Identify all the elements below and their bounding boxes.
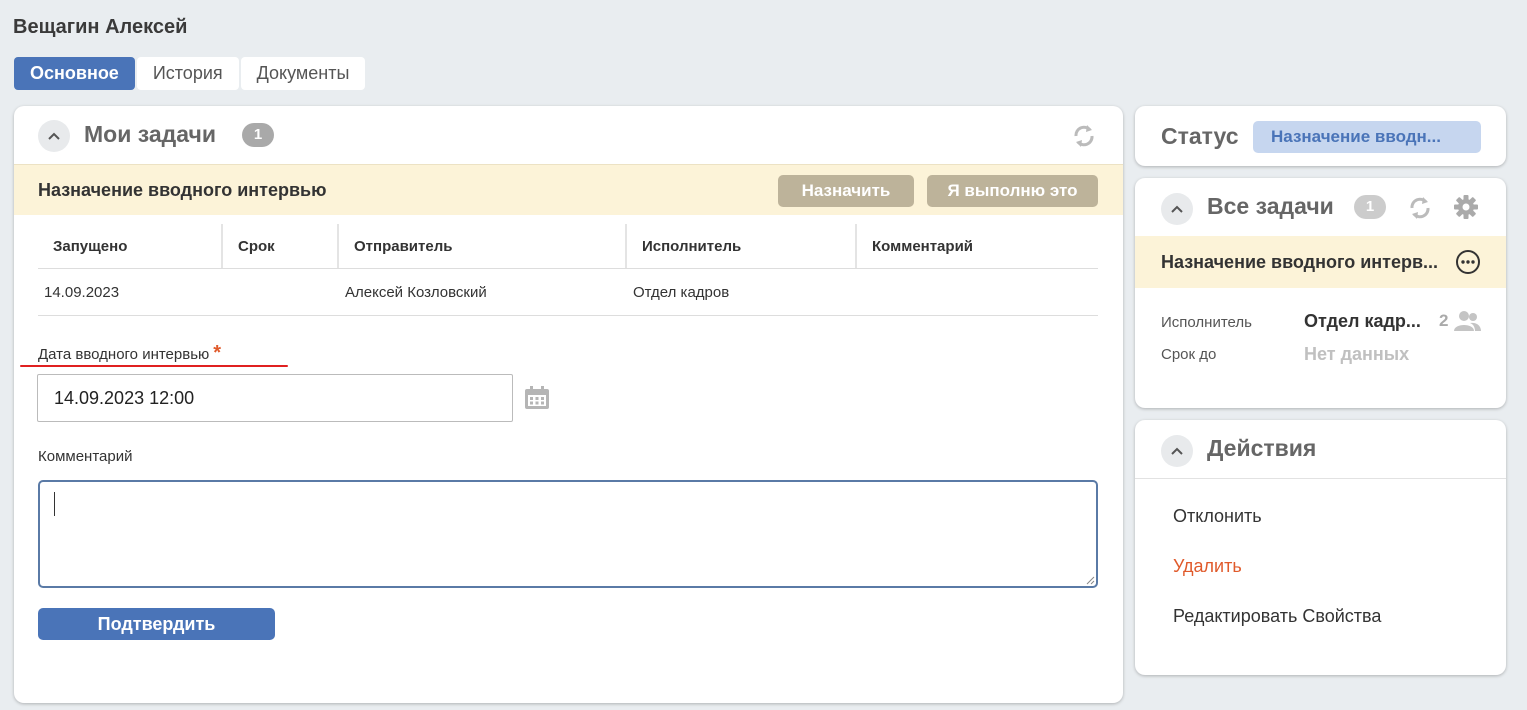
gear-icon[interactable] [1453, 194, 1479, 220]
table-header-row: Запущено Срок Отправитель Исполнитель Ко… [38, 224, 1098, 269]
all-tasks-item-title: Назначение вводного интерв... [1161, 252, 1439, 272]
column-header-assignee[interactable]: Исполнитель [627, 224, 857, 268]
assign-button[interactable]: Назначить [778, 175, 914, 207]
date-field-label-text: Дата вводного интервью [38, 346, 210, 363]
refresh-icon[interactable] [1406, 194, 1434, 222]
refresh-icon[interactable] [1070, 122, 1098, 150]
task-title: Назначение вводного интервью [38, 180, 327, 200]
resize-grip-icon[interactable] [1085, 575, 1095, 585]
all-tasks-item[interactable]: Назначение вводного интерв... [1135, 236, 1506, 288]
all-tasks-title: Все задачи [1207, 193, 1334, 219]
divider [1135, 478, 1506, 479]
cell-started: 14.09.2023 [44, 284, 120, 301]
due-label: Срок до [1161, 346, 1217, 363]
interview-date-input[interactable] [37, 374, 513, 422]
collapse-all-tasks-button[interactable] [1161, 193, 1193, 225]
confirm-button[interactable]: Подтвердить [38, 608, 275, 640]
table-row[interactable]: 14.09.2023 Алексей Козловский Отдел кадр… [38, 269, 1098, 316]
assignee-label: Исполнитель [1161, 314, 1252, 331]
column-header-started[interactable]: Запущено [38, 224, 223, 268]
people-icon[interactable] [1453, 310, 1481, 332]
assignee-value: Отдел кадр... [1304, 311, 1421, 331]
my-tasks-title: Мои задачи [84, 121, 216, 147]
column-header-sender[interactable]: Отправитель [339, 224, 627, 268]
chevron-up-icon [48, 132, 60, 140]
collapse-my-tasks-button[interactable] [38, 120, 70, 152]
comment-field-label: Комментарий [38, 448, 133, 465]
chevron-up-icon [1171, 205, 1183, 213]
text-caret [54, 492, 55, 516]
tab-main[interactable]: Основное [14, 57, 135, 90]
task-table: Запущено Срок Отправитель Исполнитель Ко… [38, 224, 1098, 316]
status-panel: Статус Назначение вводн... [1135, 106, 1506, 166]
tab-history[interactable]: История [136, 57, 239, 90]
more-options-icon[interactable] [1455, 249, 1481, 275]
reject-action[interactable]: Отклонить [1173, 506, 1262, 527]
cell-comment [857, 269, 1098, 315]
red-annotation-underline [20, 365, 288, 367]
required-mark: * [213, 342, 222, 364]
due-value: Нет данных [1304, 344, 1410, 364]
cell-assignee: Отдел кадров [633, 284, 730, 301]
status-label: Статус [1161, 123, 1239, 149]
tab-documents[interactable]: Документы [240, 57, 366, 90]
status-badge: Назначение вводн... [1253, 121, 1481, 153]
chevron-up-icon [1171, 447, 1183, 455]
delete-action[interactable]: Удалить [1173, 556, 1242, 577]
calendar-icon[interactable] [523, 385, 551, 411]
take-task-button[interactable]: Я выполню это [927, 175, 1098, 207]
comment-textarea[interactable] [38, 480, 1098, 588]
column-header-due[interactable]: Срок [223, 224, 339, 268]
cell-sender: Алексей Козловский [345, 284, 487, 301]
assignee-count: 2 [1439, 311, 1449, 330]
column-header-comment[interactable]: Комментарий [857, 224, 1098, 268]
page-title: Вещагин Алексей [13, 16, 188, 38]
cell-due [223, 269, 339, 315]
all-tasks-count-badge: 1 [1354, 195, 1386, 219]
actions-panel: Действия Отклонить Удалить Редактировать… [1135, 420, 1506, 675]
all-tasks-panel: Все задачи 1 Назначение вводного интерв.… [1135, 178, 1506, 408]
my-tasks-panel: Мои задачи 1 Назначение вводного интервь… [14, 106, 1123, 703]
my-tasks-count-badge: 1 [242, 123, 274, 147]
date-field-label: Дата вводного интервью * [38, 342, 221, 365]
task-row-highlight: Назначение вводного интервью Назначить Я… [14, 164, 1123, 215]
edit-properties-action[interactable]: Редактировать Свойства [1173, 606, 1381, 627]
tab-bar: Основное История Документы [14, 57, 366, 90]
actions-title: Действия [1207, 435, 1317, 461]
collapse-actions-button[interactable] [1161, 435, 1193, 467]
